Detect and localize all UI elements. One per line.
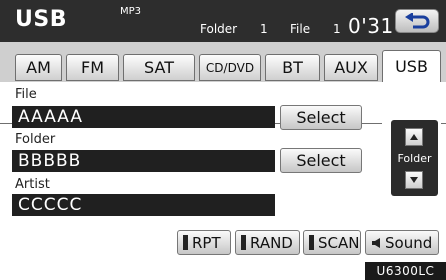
folder-up-button[interactable] bbox=[405, 128, 423, 146]
random-button[interactable]: RAND bbox=[235, 230, 300, 255]
indicator-mark bbox=[309, 235, 314, 250]
source-title: USB bbox=[15, 7, 67, 32]
file-label: File bbox=[15, 87, 37, 102]
source-tabs: AM FM SAT CD/DVD BT AUX USB bbox=[0, 42, 446, 124]
tab-fm[interactable]: FM bbox=[66, 54, 119, 81]
back-button[interactable] bbox=[395, 9, 439, 33]
tab-am[interactable]: AM bbox=[15, 54, 62, 81]
folder-nav-panel: Folder bbox=[391, 120, 438, 196]
format-badge: MP3 bbox=[120, 6, 142, 17]
select-file-button[interactable]: Select bbox=[280, 105, 362, 130]
tab-bt[interactable]: BT bbox=[265, 54, 320, 81]
speaker-icon bbox=[372, 237, 380, 248]
return-arrow-icon bbox=[405, 13, 430, 29]
random-label: RAND bbox=[250, 233, 293, 252]
file-number-label: File bbox=[290, 22, 311, 36]
repeat-label: RPT bbox=[192, 233, 221, 252]
folder-nav-label: Folder bbox=[397, 152, 432, 165]
sound-button[interactable]: Sound bbox=[365, 230, 439, 255]
indicator-mark bbox=[183, 235, 188, 250]
file-number-value: 1 bbox=[333, 22, 341, 36]
tab-cd-dvd[interactable]: CD/DVD bbox=[199, 54, 261, 81]
sound-label: Sound bbox=[385, 233, 433, 252]
folder-number-value: 1 bbox=[260, 22, 268, 36]
scan-button[interactable]: SCAN bbox=[303, 230, 361, 255]
tab-aux[interactable]: AUX bbox=[324, 54, 378, 81]
tab-usb[interactable]: USB bbox=[382, 50, 441, 82]
scan-label: SCAN bbox=[318, 233, 360, 252]
select-folder-button[interactable]: Select bbox=[280, 148, 362, 173]
folder-label: Folder bbox=[15, 132, 56, 147]
artist-label: Artist bbox=[15, 177, 50, 192]
folder-number-label: Folder bbox=[200, 22, 238, 36]
folder-down-button[interactable] bbox=[405, 171, 423, 189]
indicator-mark bbox=[241, 235, 246, 250]
triangle-down-icon bbox=[410, 177, 418, 183]
tab-divider-right bbox=[441, 123, 446, 124]
audio-screen: USB MP3 Folder 1 File 1 0'31" AM FM SAT … bbox=[0, 0, 446, 262]
header-bar: USB MP3 Folder 1 File 1 0'31" bbox=[0, 0, 446, 42]
folder-name-display: BBBBB bbox=[12, 150, 275, 172]
file-name-display: AAAAA bbox=[12, 106, 275, 128]
triangle-up-icon bbox=[410, 134, 418, 140]
repeat-button[interactable]: RPT bbox=[177, 230, 231, 255]
figure-code: U6300LC bbox=[365, 262, 446, 280]
tab-sat[interactable]: SAT bbox=[123, 54, 195, 81]
artist-name-display: CCCCC bbox=[12, 194, 275, 216]
